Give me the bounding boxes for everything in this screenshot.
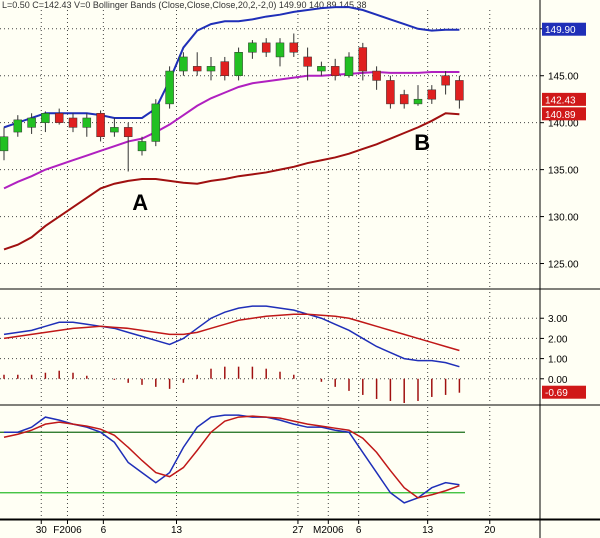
- candle-body: [289, 42, 299, 53]
- candle-body: [27, 117, 36, 128]
- x-tick-label: 13: [171, 525, 183, 536]
- x-tick-label: M2006: [313, 525, 344, 536]
- candle-body: [192, 66, 202, 72]
- candle-body: [372, 70, 381, 81]
- y-tick-label: 0.00: [548, 375, 568, 386]
- candle-body: [123, 127, 133, 138]
- candle-body: [0, 136, 9, 152]
- annotation-label: B: [414, 130, 430, 155]
- y-tick-label: 145.00: [548, 72, 579, 83]
- candle: [165, 66, 174, 109]
- chart-root: L=0.50 C=142.43 V=0 Bollinger Bands (Clo…: [0, 0, 600, 538]
- candle-body: [455, 80, 464, 101]
- candle-body: [386, 80, 395, 105]
- candle-body: [165, 70, 174, 105]
- candle-body: [110, 127, 119, 133]
- y-tick-label: 125.00: [548, 260, 579, 271]
- candle-body: [41, 113, 50, 123]
- chart-svg: L=0.50 C=142.43 V=0 Bollinger Bands (Clo…: [0, 0, 600, 538]
- candle-body: [344, 56, 354, 76]
- y-tick-label: 135.00: [548, 166, 579, 177]
- candle: [234, 47, 243, 81]
- candle-body: [441, 75, 450, 86]
- annotation-label: A: [132, 190, 148, 215]
- candle: [386, 75, 395, 109]
- candle: [151, 99, 161, 147]
- value-tag-text: 142.43: [545, 95, 576, 106]
- candle-body: [248, 42, 257, 53]
- candle-body: [234, 52, 243, 76]
- candle-body: [206, 66, 216, 72]
- candle-body: [261, 42, 271, 53]
- y-tick-label: 3.00: [548, 314, 568, 325]
- candle-body: [413, 98, 423, 105]
- x-tick-label: 30: [36, 525, 48, 536]
- candle-body: [427, 89, 437, 100]
- x-tick-label: 13: [422, 525, 434, 536]
- candle-body: [275, 42, 285, 58]
- y-tick-label: 130.00: [548, 213, 579, 224]
- x-tick-label: 27: [292, 525, 304, 536]
- value-tag-text: -0.69: [545, 388, 568, 399]
- candle-body: [179, 56, 188, 72]
- candle-body: [303, 56, 312, 67]
- x-tick-label: 6: [101, 525, 107, 536]
- candle-body: [330, 66, 340, 76]
- chart-background: [0, 0, 600, 538]
- y-tick-label: 2.00: [548, 334, 568, 345]
- candle-body: [68, 117, 78, 128]
- x-tick-label: 6: [356, 525, 362, 536]
- candle-body: [399, 94, 409, 105]
- candle-body: [82, 117, 92, 128]
- value-tag-text: 149.90: [545, 25, 576, 36]
- candle-body: [13, 119, 23, 133]
- candle-body: [317, 66, 326, 72]
- candle-body: [137, 141, 147, 152]
- value-tag-text: 140.89: [545, 110, 576, 121]
- candle-body: [96, 113, 105, 138]
- candle-body: [358, 47, 368, 72]
- x-tick-label: F2006: [53, 525, 82, 536]
- y-tick-label: 1.00: [548, 355, 568, 366]
- candle-body: [220, 61, 230, 76]
- candle-body: [54, 113, 64, 123]
- x-tick-label: 20: [484, 525, 496, 536]
- candle-body: [151, 103, 161, 142]
- candle: [96, 110, 105, 142]
